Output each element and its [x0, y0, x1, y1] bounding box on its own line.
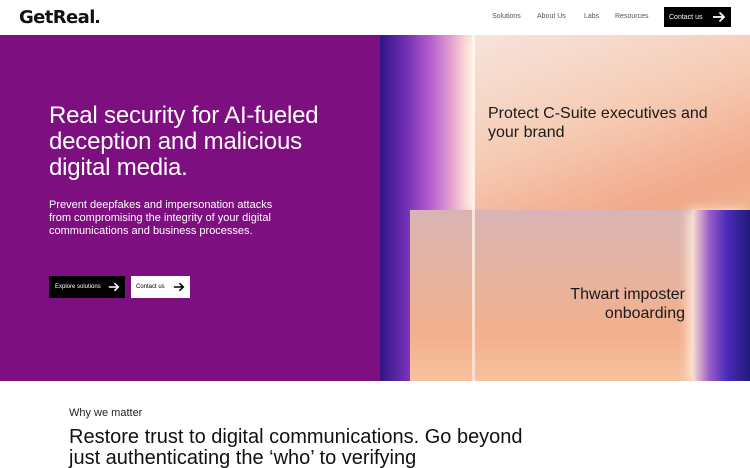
logo-dot [95, 20, 99, 23]
section-eyebrow: Why we matter [69, 407, 143, 419]
explore-solutions-button[interactable]: Explore solutions [49, 276, 125, 298]
nav-link-solutions[interactable]: Solutions [492, 13, 521, 20]
hero-title: Real security for AI-fueled deception an… [49, 102, 319, 181]
nav-contact-button[interactable]: Contact us [664, 7, 731, 27]
contact-us-button[interactable]: Contact us [131, 276, 190, 298]
nav-link-resources[interactable]: Resources [615, 13, 648, 20]
gradient-strip-right [692, 210, 750, 381]
hero-visual: Protect C-Suite executives and your bran… [380, 35, 750, 381]
nav-link-about-us[interactable]: About Us [537, 13, 566, 20]
nav-link-labs[interactable]: Labs [584, 13, 599, 20]
arrow-right-icon [173, 281, 185, 293]
logo[interactable]: GetReal [19, 7, 99, 28]
hero-subtitle: Prevent deepfakes and impersonation atta… [49, 199, 273, 237]
card-csuite-text: Protect C-Suite executives and your bran… [488, 105, 708, 141]
arrow-right-icon [712, 10, 726, 24]
logo-text: GetReal [19, 7, 95, 28]
section-heading: Restore trust to digital communications.… [69, 426, 523, 468]
explore-solutions-label: Explore solutions [55, 284, 101, 290]
hero-panel: Real security for AI-fueled deception an… [0, 35, 380, 381]
top-navigation: GetReal Solutions About Us Labs Resource… [0, 0, 750, 35]
nav-contact-label: Contact us [669, 13, 703, 21]
arrow-right-icon [108, 281, 120, 293]
card-onboarding-text: Thwart imposter onboarding [570, 286, 685, 322]
contact-us-label: Contact us [136, 284, 165, 290]
light-seam [472, 35, 475, 381]
